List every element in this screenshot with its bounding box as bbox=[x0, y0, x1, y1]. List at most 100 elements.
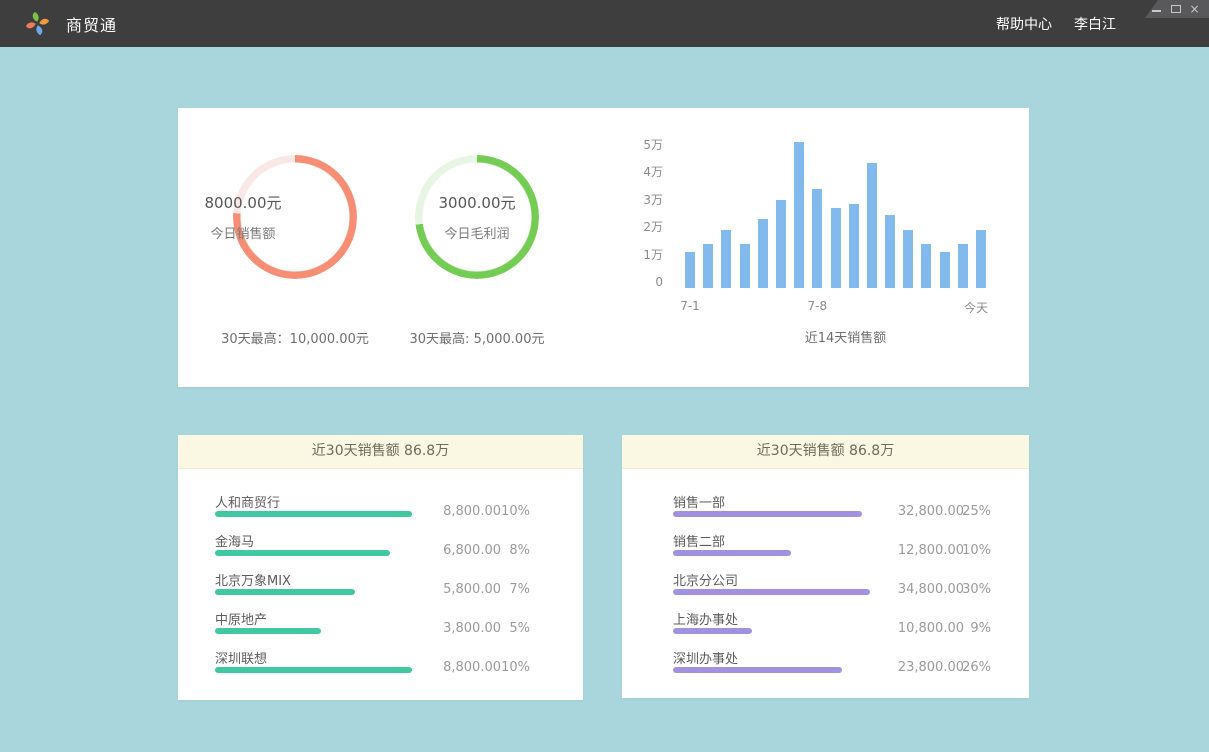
chart-y-tick: 1万 bbox=[633, 247, 663, 263]
customer-row-bar bbox=[215, 511, 412, 517]
department-row-amount: 23,800.00 bbox=[898, 660, 964, 675]
customer-row-name: 深圳联想 bbox=[215, 648, 267, 667]
customer-ranking-card: 近30天销售额 86.8万 人和商贸行8,800.0010%金海马6,800.0… bbox=[178, 435, 583, 700]
chart-title: 近14天销售额 bbox=[695, 327, 996, 346]
customer-row-name: 人和商贸行 bbox=[215, 492, 280, 511]
department-row-amount: 32,800.00 bbox=[898, 504, 964, 519]
username-link[interactable]: 李白江 bbox=[1074, 14, 1116, 34]
chart-x-tick: 今天 bbox=[951, 299, 1001, 316]
today-profit-caption: 30天最高: 5,000.00元 bbox=[363, 328, 591, 347]
department-row-name: 销售二部 bbox=[673, 531, 725, 550]
department-row-percent: 9% bbox=[970, 621, 991, 636]
app-logo-icon bbox=[24, 10, 51, 37]
department-row-bar bbox=[673, 667, 842, 673]
customer-row-percent: 10% bbox=[501, 660, 530, 675]
chart-bar bbox=[812, 189, 822, 288]
customer-row-bar bbox=[215, 628, 321, 634]
customer-row: 中原地产 3,800.00 5% bbox=[178, 609, 583, 648]
help-center-link[interactable]: 帮助中心 bbox=[996, 14, 1052, 34]
customer-rows: 人和商贸行8,800.0010%金海马6,800.008%北京万象MIX5,80… bbox=[178, 469, 583, 687]
chart-bar bbox=[703, 244, 713, 288]
customer-row-amount: 5,800.00 bbox=[443, 582, 501, 597]
customer-row: 深圳联想 8,800.0010% bbox=[178, 648, 583, 687]
chart-bar bbox=[794, 142, 804, 288]
maximize-button[interactable] bbox=[1170, 3, 1181, 15]
today-profit-gauge: 3000.00元 今日毛利润 30天最高: 5,000.00元 bbox=[363, 155, 591, 347]
chart-bar bbox=[921, 244, 931, 288]
chart-bar bbox=[958, 244, 968, 288]
department-row-name: 销售一部 bbox=[673, 492, 725, 511]
chart-bar bbox=[831, 208, 841, 288]
department-row-amount: 12,800.00 bbox=[898, 543, 964, 558]
customer-row-amount: 8,800.00 bbox=[443, 660, 501, 675]
customer-row-bar bbox=[215, 589, 355, 595]
chart-x-tick: 7-1 bbox=[665, 299, 715, 313]
chart-y-tick: 4万 bbox=[633, 164, 663, 180]
customer-row-name: 北京万象MIX bbox=[215, 570, 291, 589]
close-button[interactable]: × bbox=[1189, 3, 1200, 15]
customer-row: 金海马 6,800.00 8% bbox=[178, 531, 583, 570]
chart-bar bbox=[903, 230, 913, 288]
chart-bar bbox=[740, 244, 750, 288]
department-row: 上海办事处 10,800.00 9% bbox=[622, 609, 1029, 648]
department-rows: 销售一部32,800.0025%销售二部12,800.0010%北京分公司34,… bbox=[622, 469, 1029, 687]
customer-card-title: 近30天销售额 86.8万 bbox=[178, 435, 583, 469]
today-sales-ring-text: 8000.00元 今日销售额 bbox=[194, 168, 292, 266]
customer-row-bar bbox=[215, 550, 390, 556]
customer-row-percent: 10% bbox=[501, 504, 530, 519]
window-controls: × bbox=[1145, 0, 1209, 18]
department-row-bar bbox=[673, 550, 791, 556]
maximize-icon bbox=[1171, 5, 1181, 13]
customer-row-amount: 3,800.00 bbox=[443, 621, 501, 636]
department-row: 北京分公司 34,800.0030% bbox=[622, 570, 1029, 609]
dashboard: 8000.00元 今日销售额 30天最高：10,000.00元 3000.00元… bbox=[0, 47, 1209, 752]
customer-row-percent: 8% bbox=[509, 543, 530, 558]
chart-bar bbox=[758, 219, 768, 288]
chart-bar bbox=[885, 215, 895, 288]
customer-row: 北京万象MIX 5,800.00 7% bbox=[178, 570, 583, 609]
department-row: 销售一部 32,800.0025% bbox=[622, 492, 1029, 531]
customer-row: 人和商贸行 8,800.0010% bbox=[178, 492, 583, 531]
overview-card: 8000.00元 今日销售额 30天最高：10,000.00元 3000.00元… bbox=[178, 108, 1029, 387]
customer-row-percent: 7% bbox=[509, 582, 530, 597]
titlebar: 商贸通 帮助中心 李白江 × bbox=[0, 0, 1209, 47]
customer-row-bar bbox=[215, 667, 412, 673]
department-row-bar bbox=[673, 589, 870, 595]
customer-row-amount: 6,800.00 bbox=[443, 543, 501, 558]
department-row-percent: 26% bbox=[962, 660, 991, 675]
titlebar-nav: 帮助中心 李白江 bbox=[996, 14, 1116, 34]
department-row-bar bbox=[673, 511, 862, 517]
app-title: 商贸通 bbox=[66, 12, 117, 36]
app-window: 商贸通 帮助中心 李白江 × 8000.00元 今日销售额 30天最高：10,0… bbox=[0, 0, 1209, 752]
sales-14day-chart: 5万4万3万2万1万0 7-17-8今天 近14天销售额 bbox=[633, 130, 1008, 365]
chart-y-tick: 0 bbox=[633, 274, 663, 290]
department-row-percent: 30% bbox=[962, 582, 991, 597]
department-row: 深圳办事处 23,800.0026% bbox=[622, 648, 1029, 687]
department-row-amount: 34,800.00 bbox=[898, 582, 964, 597]
department-row-bar bbox=[673, 628, 752, 634]
department-row-percent: 25% bbox=[962, 504, 991, 519]
department-row-name: 上海办事处 bbox=[673, 609, 738, 628]
department-row-name: 深圳办事处 bbox=[673, 648, 738, 667]
chart-y-tick: 2万 bbox=[633, 219, 663, 235]
minimize-button[interactable] bbox=[1151, 3, 1162, 15]
minimize-icon bbox=[1152, 10, 1161, 12]
today-profit-value: 3000.00元 bbox=[438, 192, 515, 213]
chart-bar bbox=[867, 163, 877, 288]
chart-bar bbox=[685, 252, 695, 288]
chart-bar bbox=[721, 230, 731, 288]
department-row-amount: 10,800.00 bbox=[898, 621, 964, 636]
customer-row-percent: 5% bbox=[509, 621, 530, 636]
department-ranking-card: 近30天销售额 86.8万 销售一部32,800.0025%销售二部12,800… bbox=[622, 435, 1029, 698]
chart-bars bbox=[685, 151, 986, 288]
department-row-name: 北京分公司 bbox=[673, 570, 738, 589]
chart-bar bbox=[776, 200, 786, 288]
chart-x-tick: 7-8 bbox=[792, 299, 842, 313]
customer-row-name: 中原地产 bbox=[215, 609, 267, 628]
chart-bar bbox=[976, 230, 986, 288]
customer-row-name: 金海马 bbox=[215, 531, 254, 550]
chart-bar bbox=[940, 252, 950, 288]
customer-row-amount: 8,800.00 bbox=[443, 504, 501, 519]
chart-bar bbox=[849, 204, 859, 288]
today-profit-label: 今日毛利润 bbox=[444, 223, 509, 242]
